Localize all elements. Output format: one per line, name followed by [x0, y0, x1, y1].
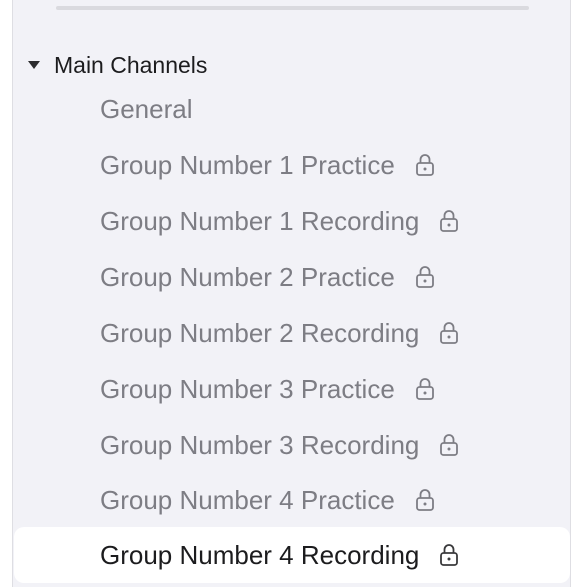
channel-label: Group Number 2 Recording: [100, 317, 420, 348]
channel-item-group-1-recording[interactable]: Group Number 1 Recording: [14, 193, 570, 249]
lock-icon: [440, 434, 459, 456]
lock-icon: [440, 544, 459, 566]
lock-icon: [415, 154, 434, 176]
channel-label: Group Number 1 Recording: [100, 205, 420, 236]
channel-item-group-1-practice[interactable]: Group Number 1 Practice: [14, 137, 570, 193]
channel-label: General: [100, 93, 193, 124]
channel-label: Group Number 1 Practice: [100, 149, 395, 180]
lock-icon: [415, 378, 434, 400]
channel-item-group-4-practice[interactable]: Group Number 4 Practice: [14, 472, 570, 528]
channel-item-group-3-recording[interactable]: Group Number 3 Recording: [14, 417, 570, 473]
lock-icon: [415, 266, 434, 288]
channel-item-group-2-practice[interactable]: Group Number 2 Practice: [14, 249, 570, 305]
window: Main Channels General Group Number 1 Pra…: [0, 0, 579, 587]
channel-label: Group Number 3 Practice: [100, 373, 395, 404]
channel-item-group-4-recording[interactable]: Group Number 4 Recording: [14, 527, 570, 583]
lock-icon: [415, 489, 434, 511]
channel-label: Group Number 2 Practice: [100, 261, 395, 292]
channel-label: Group Number 4 Practice: [100, 484, 395, 515]
channel-item-group-3-practice[interactable]: Group Number 3 Practice: [14, 361, 570, 417]
channel-item-general[interactable]: General: [14, 81, 570, 137]
channel-label: Group Number 3 Recording: [100, 429, 420, 460]
lock-icon: [440, 322, 459, 344]
lock-icon: [440, 210, 459, 232]
channel-item-group-2-recording[interactable]: Group Number 2 Recording: [14, 305, 570, 361]
triangle-down-icon[interactable]: [28, 61, 40, 69]
section-title: Main Channels: [54, 51, 208, 78]
channel-label: Group Number 4 Recording: [100, 539, 420, 570]
top-divider: [56, 6, 529, 10]
section-header-main-channels[interactable]: Main Channels: [24, 48, 207, 82]
